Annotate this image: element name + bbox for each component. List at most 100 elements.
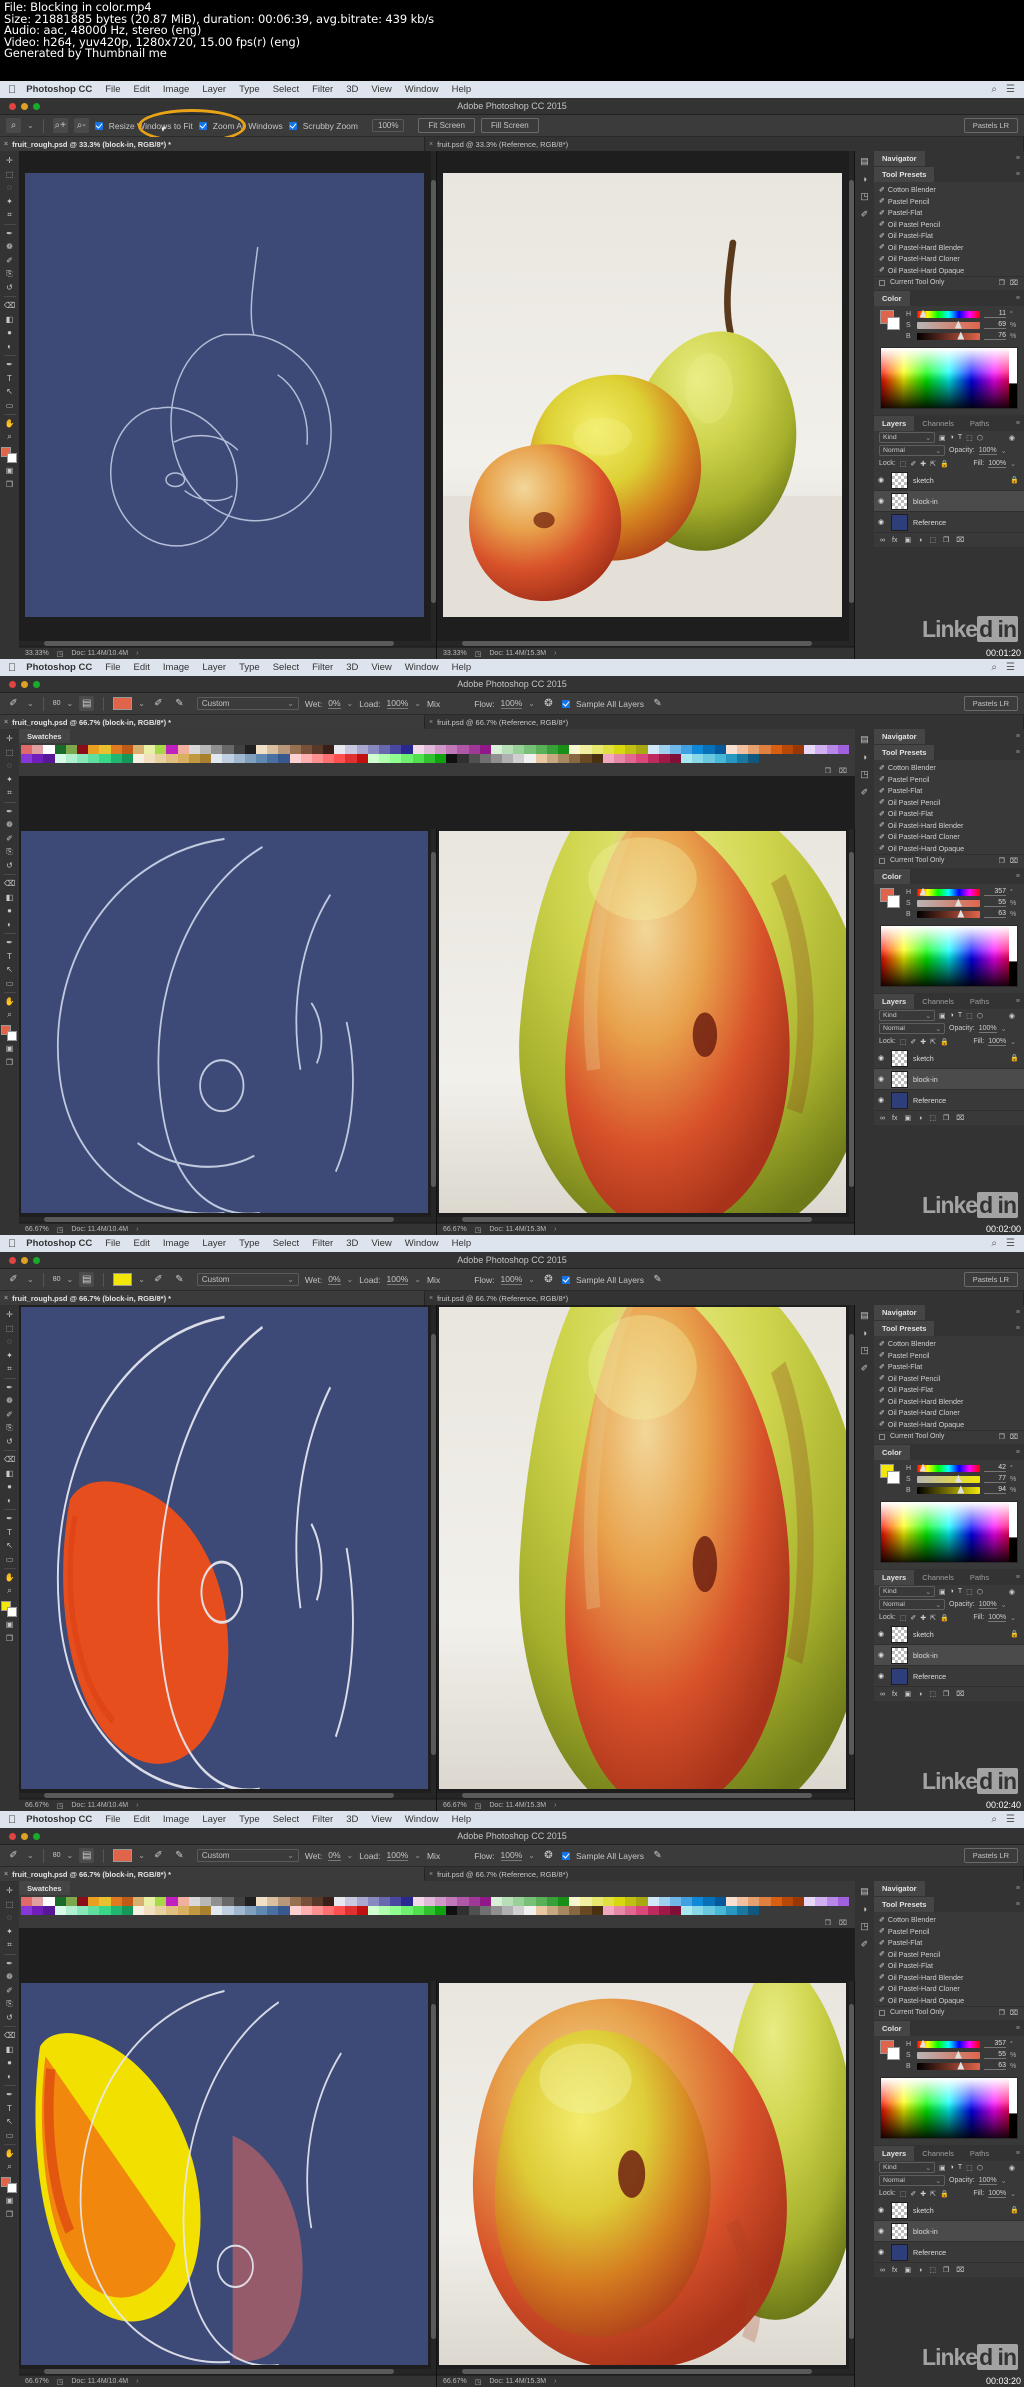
swatch-cell[interactable] — [155, 1906, 167, 1915]
tool-preset-item[interactable]: ✐ Oil Pastel-Flat — [874, 808, 1024, 820]
swatch-cell[interactable] — [110, 1906, 122, 1915]
load-swatch-chevron-icon[interactable]: ⌄ — [138, 699, 145, 708]
swatch-cell[interactable] — [804, 1897, 816, 1906]
layer-filter-kind[interactable]: Kind ⌄ — [879, 1010, 935, 1021]
tool-blur-tool[interactable]: ● — [0, 904, 19, 918]
swatch-cell[interactable] — [602, 1906, 614, 1915]
quick-mask-icon[interactable]: ▣ — [0, 2194, 19, 2208]
swatch-cell[interactable] — [759, 745, 771, 754]
swatch-cell[interactable] — [423, 745, 435, 754]
swatch-cell[interactable] — [177, 1906, 189, 1915]
lock-icon-2[interactable]: ✚ — [920, 460, 926, 468]
swatch-cell[interactable] — [244, 1906, 256, 1915]
layer-thumbnail[interactable] — [891, 1625, 908, 1643]
swatch-cell[interactable] — [636, 1906, 648, 1915]
document-tab-rough[interactable]: × fruit_rough.psd @ 33.3% (block-in, RGB… — [0, 137, 425, 151]
canvas-artwork-right[interactable] — [439, 831, 846, 1213]
swatch-cell[interactable] — [546, 1906, 558, 1915]
close-icon[interactable]: × — [429, 719, 433, 726]
swatch-cell[interactable] — [737, 1897, 749, 1906]
tool-marquee-tool[interactable]: ⬚ — [0, 1898, 19, 1912]
filter-toggle-icon[interactable]: ◉ — [1009, 434, 1019, 442]
horizontal-scrollbar[interactable] — [19, 2369, 436, 2374]
layers-footer-icon-3[interactable]: ◑ — [918, 537, 922, 544]
clean-brush-icon[interactable]: ✎ — [172, 1848, 187, 1863]
layer-thumbnail[interactable] — [891, 471, 908, 489]
tool-blur-tool[interactable]: ● — [0, 1480, 19, 1494]
swatch-cell[interactable] — [121, 745, 133, 754]
swatch-cell[interactable] — [267, 1906, 279, 1915]
menu-item-select[interactable]: Select — [273, 1814, 299, 1825]
swatch-cell[interactable] — [714, 745, 726, 754]
brush-size-value[interactable]: 80 — [53, 1276, 61, 1283]
tab-paths[interactable]: Paths — [961, 1570, 998, 1585]
swatch-cell[interactable] — [323, 754, 335, 763]
zoom-all-windows-checkbox[interactable] — [198, 121, 207, 130]
lock-icon-4[interactable]: 🔒 — [940, 460, 949, 468]
swatch-cell[interactable] — [681, 1897, 693, 1906]
canvas-artwork-right[interactable] — [443, 173, 842, 617]
fit-screen-button[interactable]: Fit Screen — [418, 118, 475, 133]
tool-quick-select-tool[interactable]: ✦ — [0, 1925, 19, 1939]
swatch-cell[interactable] — [255, 745, 268, 754]
vertical-scrollbar[interactable] — [849, 1305, 854, 1794]
hue-slider-knob[interactable] — [919, 1463, 927, 1472]
tab-paths[interactable]: Paths — [961, 416, 998, 431]
new-swatch-icon[interactable]: ❐ — [825, 767, 831, 775]
tool-lasso-tool[interactable]: ◌ — [0, 1911, 19, 1925]
tool-preset-item[interactable]: ✐ Pastel Pencil — [874, 1350, 1024, 1362]
airbrush-icon[interactable]: ❂ — [541, 696, 556, 711]
canvas-artwork-left[interactable] — [25, 173, 424, 617]
tool-type-tool[interactable]: T — [0, 372, 19, 386]
tool-dodge-tool[interactable]: ◐ — [0, 918, 19, 932]
tool-clone-stamp-tool[interactable]: ⎘ — [0, 1997, 19, 2011]
tab-channels[interactable]: Channels — [914, 1570, 962, 1585]
menu-item-edit[interactable]: Edit — [134, 1814, 150, 1825]
background-color-swatch[interactable] — [7, 453, 17, 463]
opacity-value[interactable]: 100% — [978, 447, 997, 455]
tool-brush-tool[interactable]: ✐ — [0, 1984, 19, 1998]
lock-icon-3[interactable]: ⇱ — [930, 2190, 936, 2198]
swatch-cell[interactable] — [412, 745, 424, 754]
swatch-cell[interactable] — [558, 754, 570, 763]
layer-row[interactable]: ◉ sketch 🔒 — [874, 2200, 1024, 2221]
tool-pen-tool[interactable]: ✒ — [0, 1512, 19, 1526]
swatch-cell[interactable] — [166, 1906, 178, 1915]
layer-thumbnail[interactable] — [891, 2201, 908, 2219]
saturation-slider-knob[interactable] — [954, 898, 962, 907]
menu-item-help[interactable]: Help — [452, 1814, 472, 1825]
horizontal-scrollbar[interactable] — [19, 1793, 436, 1798]
layers-footer-icon-0[interactable]: ∞ — [880, 1115, 885, 1122]
swatch-cell[interactable] — [669, 754, 682, 763]
swatch-cell[interactable] — [434, 745, 447, 754]
layer-row[interactable]: ◉ Reference — [874, 512, 1024, 533]
close-icon[interactable]: × — [429, 1295, 433, 1302]
panel-menu-icon[interactable]: ≡ — [1016, 2025, 1020, 2032]
mix-preset-dropdown[interactable]: Custom ⌄ — [196, 1849, 299, 1862]
tab-tool-presets[interactable]: Tool Presets — [874, 1321, 935, 1336]
menu-item-filter[interactable]: Filter — [312, 1814, 333, 1825]
swatch-cell[interactable] — [502, 1897, 514, 1906]
canvas-artwork-left[interactable] — [21, 1983, 428, 2365]
flow-chevron-icon[interactable]: ⌄ — [528, 1275, 535, 1284]
swatch-cell[interactable] — [132, 745, 145, 754]
tool-lasso-tool[interactable]: ◌ — [0, 1335, 19, 1349]
menu-item-select[interactable]: Select — [273, 84, 299, 95]
tool-preset-item[interactable]: ✐ Oil Pastel-Hard Blender — [874, 820, 1024, 832]
swatch-cell[interactable] — [591, 754, 603, 763]
menu-item-3d[interactable]: 3D — [346, 1814, 358, 1825]
zoom-level[interactable]: 33.33% — [443, 650, 467, 657]
tool-eyedropper-tool[interactable]: ✒ — [0, 1381, 19, 1395]
color-panel-icon[interactable]: ▤ — [860, 156, 869, 167]
brush-presets-icon[interactable]: ▤ — [79, 696, 95, 711]
horizontal-scrollbar[interactable] — [437, 1217, 854, 1222]
swatch-cell[interactable] — [244, 1897, 256, 1906]
tool-gradient-tool[interactable]: ◧ — [0, 891, 19, 905]
load-brush-icon[interactable]: ✐ — [151, 696, 166, 711]
layer-name[interactable]: sketch — [913, 1054, 934, 1063]
tool-clone-stamp-tool[interactable]: ⎘ — [0, 1421, 19, 1435]
swatch-cell[interactable] — [54, 754, 66, 763]
swatch-cell[interactable] — [479, 1906, 491, 1915]
load-swatch-chevron-icon[interactable]: ⌄ — [138, 1275, 145, 1284]
swatch-cell[interactable] — [88, 1897, 100, 1906]
